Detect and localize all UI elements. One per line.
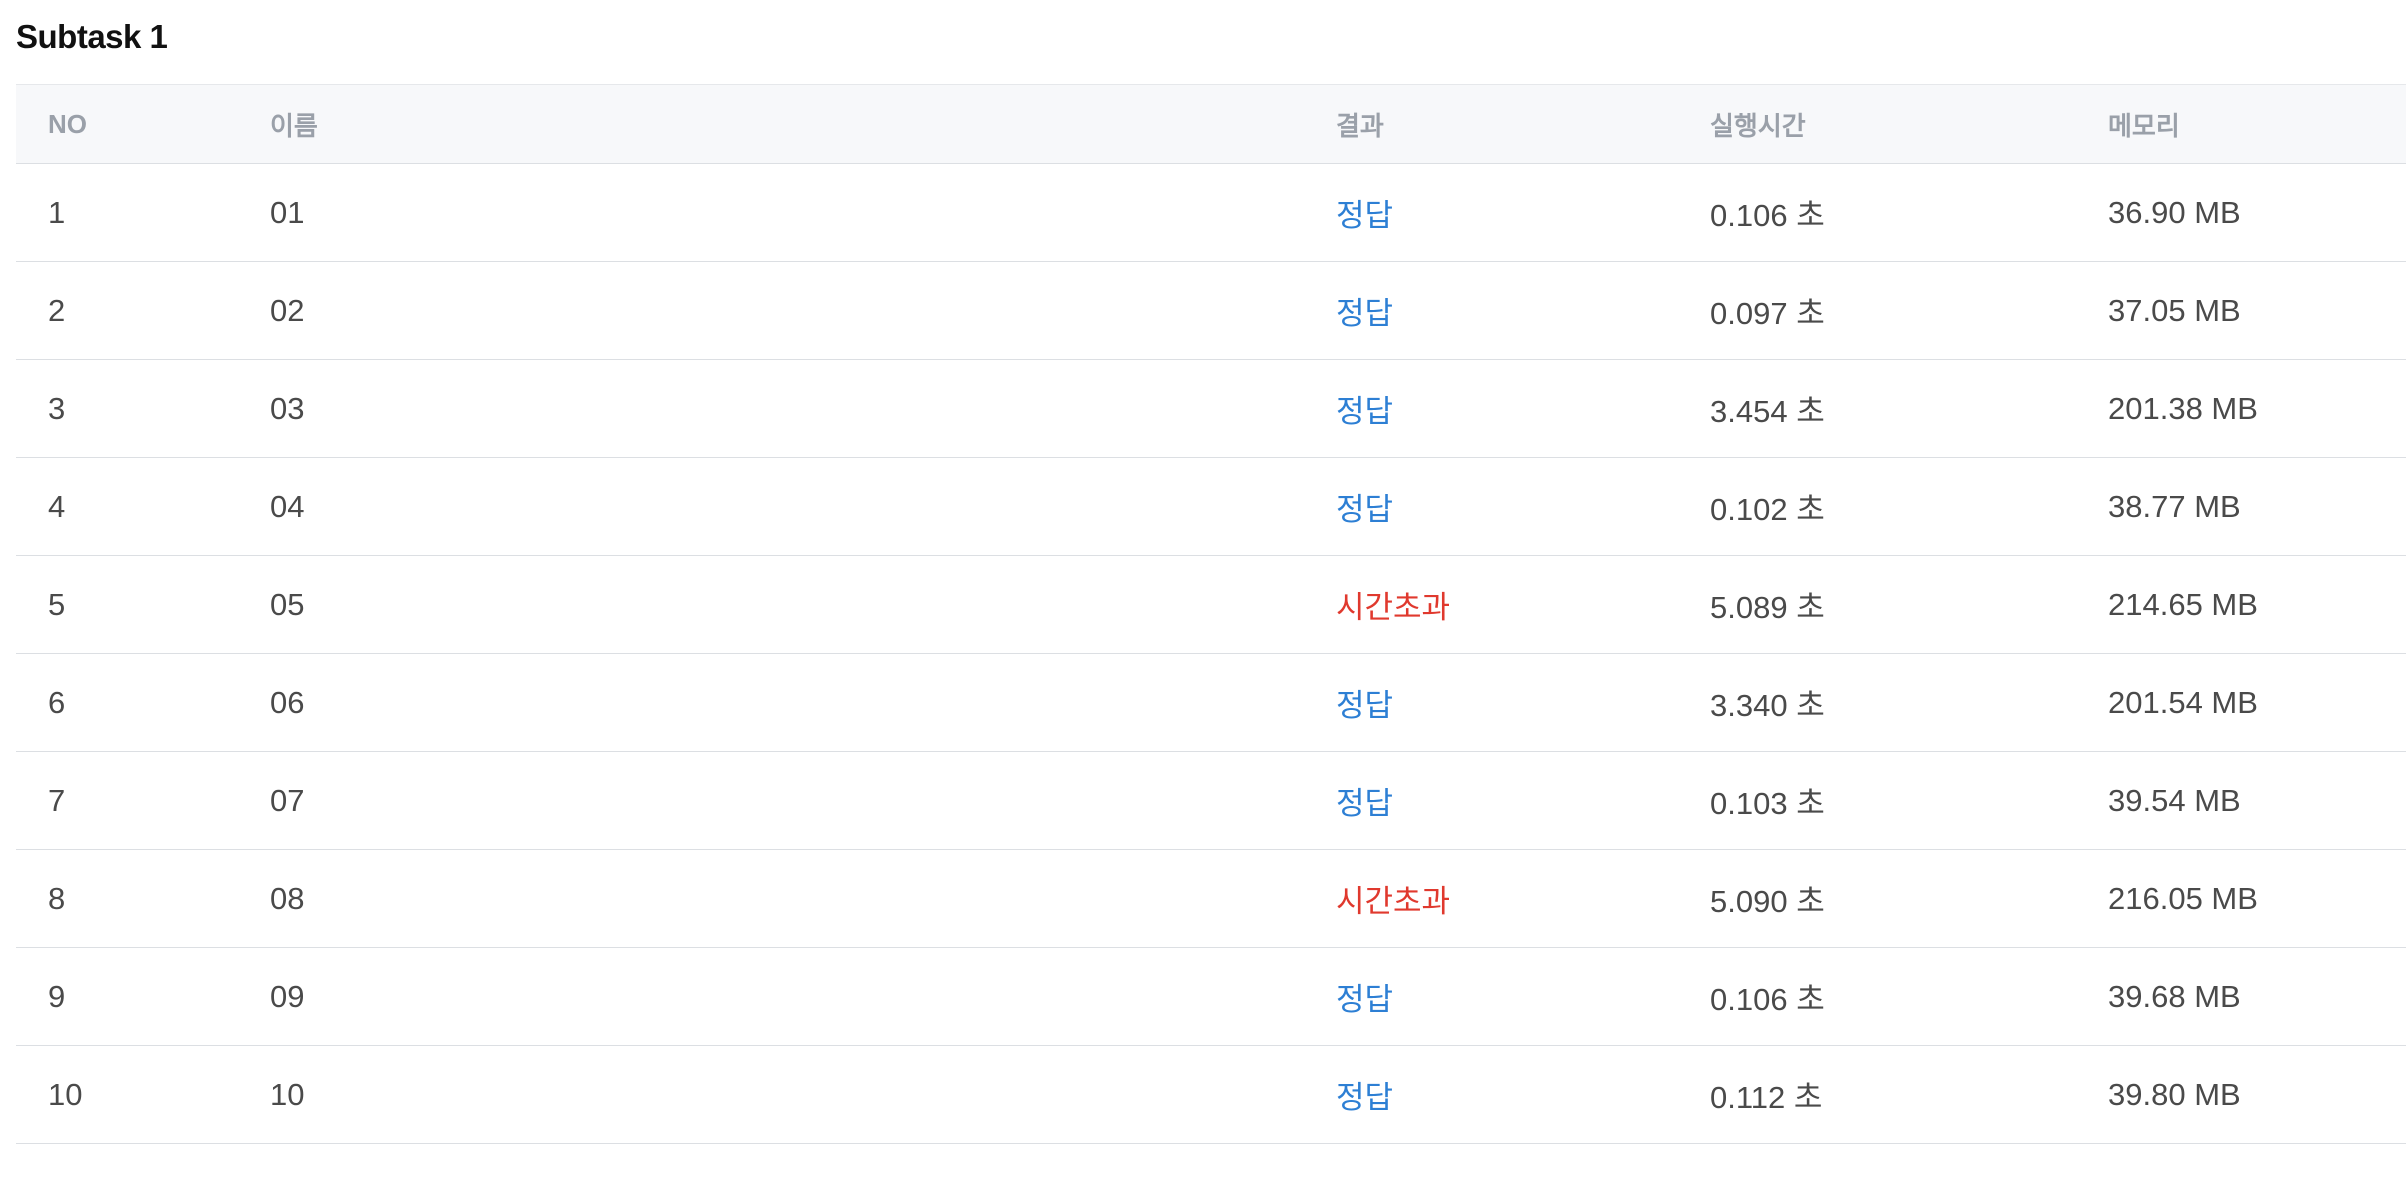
cell-name: 10: [270, 1045, 1336, 1144]
header-time: 실행시간: [1710, 84, 2108, 164]
table-row: 5 05 시간초과 5.089 초 214.65 MB: [16, 555, 2406, 654]
cell-time: 0.106 초: [1710, 163, 2108, 262]
cell-time: 0.103 초: [1710, 751, 2108, 850]
cell-result[interactable]: 시간초과: [1336, 555, 1710, 654]
cell-result[interactable]: 정답: [1336, 947, 1710, 1046]
cell-no: 1: [16, 163, 270, 262]
cell-time: 3.454 초: [1710, 359, 2108, 458]
cell-memory: 37.05 MB: [2108, 261, 2406, 360]
cell-result[interactable]: 정답: [1336, 261, 1710, 360]
table-row: 9 09 정답 0.106 초 39.68 MB: [16, 947, 2406, 1046]
subtask-title: Subtask 1: [16, 18, 168, 55]
cell-no: 4: [16, 457, 270, 556]
cell-memory: 39.80 MB: [2108, 1045, 2406, 1144]
cell-time: 0.112 초: [1710, 1045, 2108, 1144]
results-table: NO 이름 결과 실행시간 메모리 1 01 정답 0.106 초 36.90 …: [16, 84, 2406, 1144]
cell-result[interactable]: 정답: [1336, 751, 1710, 850]
cell-memory: 38.77 MB: [2108, 457, 2406, 556]
table-row: 8 08 시간초과 5.090 초 216.05 MB: [16, 849, 2406, 948]
cell-memory: 36.90 MB: [2108, 163, 2406, 262]
table-row: 3 03 정답 3.454 초 201.38 MB: [16, 359, 2406, 458]
cell-memory: 216.05 MB: [2108, 849, 2406, 948]
table-row: 4 04 정답 0.102 초 38.77 MB: [16, 457, 2406, 556]
cell-name: 06: [270, 653, 1336, 752]
cell-time: 5.090 초: [1710, 849, 2108, 948]
cell-no: 9: [16, 947, 270, 1046]
cell-result[interactable]: 정답: [1336, 163, 1710, 262]
table-row: 2 02 정답 0.097 초 37.05 MB: [16, 261, 2406, 360]
cell-name: 07: [270, 751, 1336, 850]
cell-result[interactable]: 정답: [1336, 457, 1710, 556]
cell-memory: 39.68 MB: [2108, 947, 2406, 1046]
cell-time: 3.340 초: [1710, 653, 2108, 752]
cell-no: 7: [16, 751, 270, 850]
table-row: 7 07 정답 0.103 초 39.54 MB: [16, 751, 2406, 850]
table-header-row: NO 이름 결과 실행시간 메모리: [16, 84, 2406, 164]
cell-time: 0.102 초: [1710, 457, 2108, 556]
cell-name: 01: [270, 163, 1336, 262]
table-body: 1 01 정답 0.106 초 36.90 MB 2 02 정답 0.097 초…: [16, 163, 2406, 1144]
cell-memory: 201.54 MB: [2108, 653, 2406, 752]
table-row: 10 10 정답 0.112 초 39.80 MB: [16, 1045, 2406, 1144]
cell-result[interactable]: 정답: [1336, 359, 1710, 458]
cell-name: 05: [270, 555, 1336, 654]
header-no: NO: [16, 84, 270, 164]
cell-result[interactable]: 정답: [1336, 653, 1710, 752]
cell-name: 08: [270, 849, 1336, 948]
header-memory: 메모리: [2108, 84, 2406, 164]
cell-time: 0.097 초: [1710, 261, 2108, 360]
cell-result[interactable]: 정답: [1336, 1045, 1710, 1144]
header-name: 이름: [270, 84, 1336, 164]
cell-no: 8: [16, 849, 270, 948]
cell-memory: 201.38 MB: [2108, 359, 2406, 458]
table-header: NO 이름 결과 실행시간 메모리: [16, 84, 2406, 164]
cell-no: 2: [16, 261, 270, 360]
cell-no: 10: [16, 1045, 270, 1144]
header-result: 결과: [1336, 84, 1710, 164]
cell-name: 02: [270, 261, 1336, 360]
cell-no: 6: [16, 653, 270, 752]
cell-result[interactable]: 시간초과: [1336, 849, 1710, 948]
cell-time: 0.106 초: [1710, 947, 2108, 1046]
cell-name: 09: [270, 947, 1336, 1046]
cell-memory: 39.54 MB: [2108, 751, 2406, 850]
cell-name: 03: [270, 359, 1336, 458]
cell-memory: 214.65 MB: [2108, 555, 2406, 654]
cell-time: 5.089 초: [1710, 555, 2108, 654]
table-row: 6 06 정답 3.340 초 201.54 MB: [16, 653, 2406, 752]
table-row: 1 01 정답 0.106 초 36.90 MB: [16, 163, 2406, 262]
cell-no: 3: [16, 359, 270, 458]
cell-no: 5: [16, 555, 270, 654]
cell-name: 04: [270, 457, 1336, 556]
